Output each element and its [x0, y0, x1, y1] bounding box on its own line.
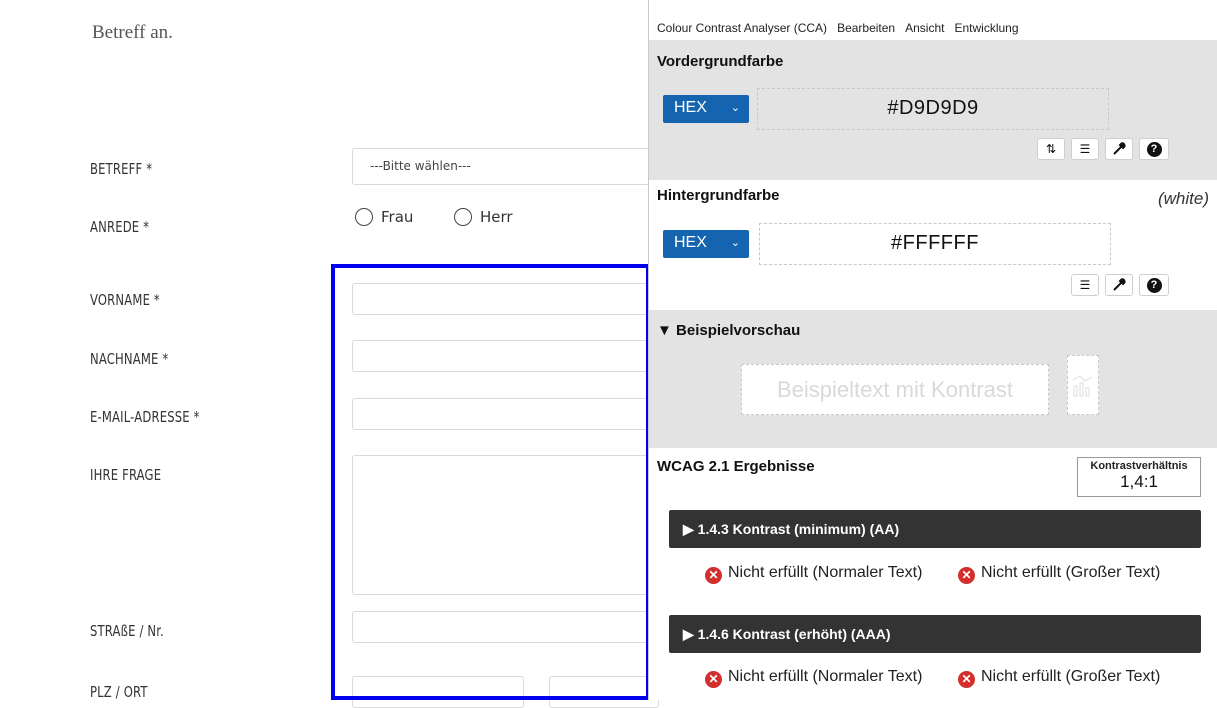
email-input[interactable] [352, 398, 652, 430]
betreff-select[interactable]: ---Bitte wählen--- [352, 148, 652, 185]
radio-frau[interactable]: Frau [355, 208, 413, 226]
foreground-title: Vordergrundfarbe [657, 53, 784, 70]
cca-window: Colour Contrast Analyser (CCA) Bearbeite… [648, 0, 1217, 700]
label-anrede: ANREDE * [90, 218, 150, 236]
radio-herr[interactable]: Herr [454, 208, 513, 226]
fail-icon: ✕ [705, 671, 722, 688]
preview-toggle[interactable]: ▼ Beispielvorschau [657, 322, 800, 339]
plz-input[interactable] [352, 676, 524, 708]
contrast-ratio-value: 1,4:1 [1120, 472, 1158, 491]
preview-section: ▼ Beispielvorschau Beispieltext mit Kont… [649, 310, 1217, 448]
aa-normal-text: Nicht erfüllt (Normaler Text) [728, 564, 923, 581]
background-format-select[interactable]: HEX ⌄ [663, 230, 749, 258]
menu-bearbeiten[interactable]: Bearbeiten [837, 21, 895, 35]
foreground-section: Vordergrundfarbe HEX ⌄ #D9D9D9 ⇅ ☰ ? [649, 40, 1217, 180]
swap-colors-icon[interactable]: ⇅ [1037, 138, 1065, 160]
criterion-aa-toggle[interactable]: ▶ 1.4.3 Kontrast (minimum) (AA) [669, 510, 1201, 548]
background-color-name: (white) [1157, 189, 1209, 208]
background-tools: ☰ ? [1071, 274, 1169, 296]
background-format-label: HEX [674, 234, 707, 251]
chevron-down-icon: ⌄ [730, 102, 740, 114]
foreground-format-label: HEX [674, 99, 707, 116]
radio-circle-icon [454, 208, 472, 226]
help-icon[interactable]: ? [1139, 274, 1169, 296]
aaa-normal-text: Nicht erfüllt (Normaler Text) [728, 668, 923, 685]
background-hex-input[interactable]: #FFFFFF [759, 223, 1111, 265]
criterion-aaa-toggle[interactable]: ▶ 1.4.6 Kontrast (erhöht) (AAA) [669, 615, 1201, 653]
fail-icon: ✕ [705, 567, 722, 584]
chart-image-icon [1067, 355, 1099, 415]
radio-circle-icon [355, 208, 373, 226]
aaa-normal-result: ✕ Nicht erfüllt (Normaler Text) [705, 668, 935, 688]
menu-ansicht[interactable]: Ansicht [905, 21, 944, 35]
nachname-input[interactable] [352, 340, 652, 372]
chevron-down-icon: ⌄ [730, 237, 740, 249]
label-vorname: VORNAME * [90, 291, 160, 309]
strasse-input[interactable] [352, 611, 652, 643]
menu-entwicklung[interactable]: Entwicklung [954, 21, 1018, 35]
foreground-hex-input[interactable]: #D9D9D9 [757, 88, 1109, 130]
fail-icon: ✕ [958, 567, 975, 584]
vorname-input[interactable] [352, 283, 652, 315]
label-betreff: BETREFF * [90, 160, 153, 178]
label-frage: IHRE FRAGE [90, 466, 162, 484]
eyedropper-icon[interactable] [1105, 274, 1133, 296]
aaa-large-result: ✕ Nicht erfüllt (Großer Text) [958, 668, 1217, 688]
intro-text: Betreff an. [92, 22, 173, 43]
sliders-icon[interactable]: ☰ [1071, 138, 1099, 160]
frage-textarea[interactable] [352, 455, 652, 595]
preview-sample-text: Beispieltext mit Kontrast [741, 364, 1049, 415]
label-nachname: NACHNAME * [90, 350, 169, 368]
menu-bar: Colour Contrast Analyser (CCA) Bearbeite… [649, 0, 1217, 40]
radio-frau-label: Frau [381, 208, 414, 226]
sliders-icon[interactable]: ☰ [1071, 274, 1099, 296]
radio-herr-label: Herr [480, 208, 513, 226]
contact-form: Betreff an. BETREFF * ---Bitte wählen---… [0, 0, 659, 708]
aa-large-result: ✕ Nicht erfüllt (Großer Text) [958, 564, 1217, 584]
foreground-format-select[interactable]: HEX ⌄ [663, 95, 749, 123]
results-title: WCAG 2.1 Ergebnisse [657, 458, 815, 475]
background-title: Hintergrundfarbe [657, 187, 780, 204]
aaa-large-text: Nicht erfüllt (Großer Text) [981, 668, 1161, 685]
eyedropper-icon[interactable] [1105, 138, 1133, 160]
label-strasse: STRAßE / Nr. [90, 622, 164, 640]
menu-app[interactable]: Colour Contrast Analyser (CCA) [657, 21, 827, 35]
label-plz: PLZ / ORT [90, 683, 148, 701]
aa-normal-result: ✕ Nicht erfüllt (Normaler Text) [705, 564, 935, 584]
contrast-ratio-label: Kontrastverhältnis [1090, 460, 1188, 472]
ort-input[interactable] [549, 676, 659, 708]
contrast-ratio-box: Kontrastverhältnis 1,4:1 [1077, 457, 1201, 497]
help-icon[interactable]: ? [1139, 138, 1169, 160]
fail-icon: ✕ [958, 671, 975, 688]
label-email: E-MAIL-ADRESSE * [90, 408, 200, 426]
foreground-tools: ⇅ ☰ ? [1037, 138, 1169, 160]
aa-large-text: Nicht erfüllt (Großer Text) [981, 564, 1161, 581]
